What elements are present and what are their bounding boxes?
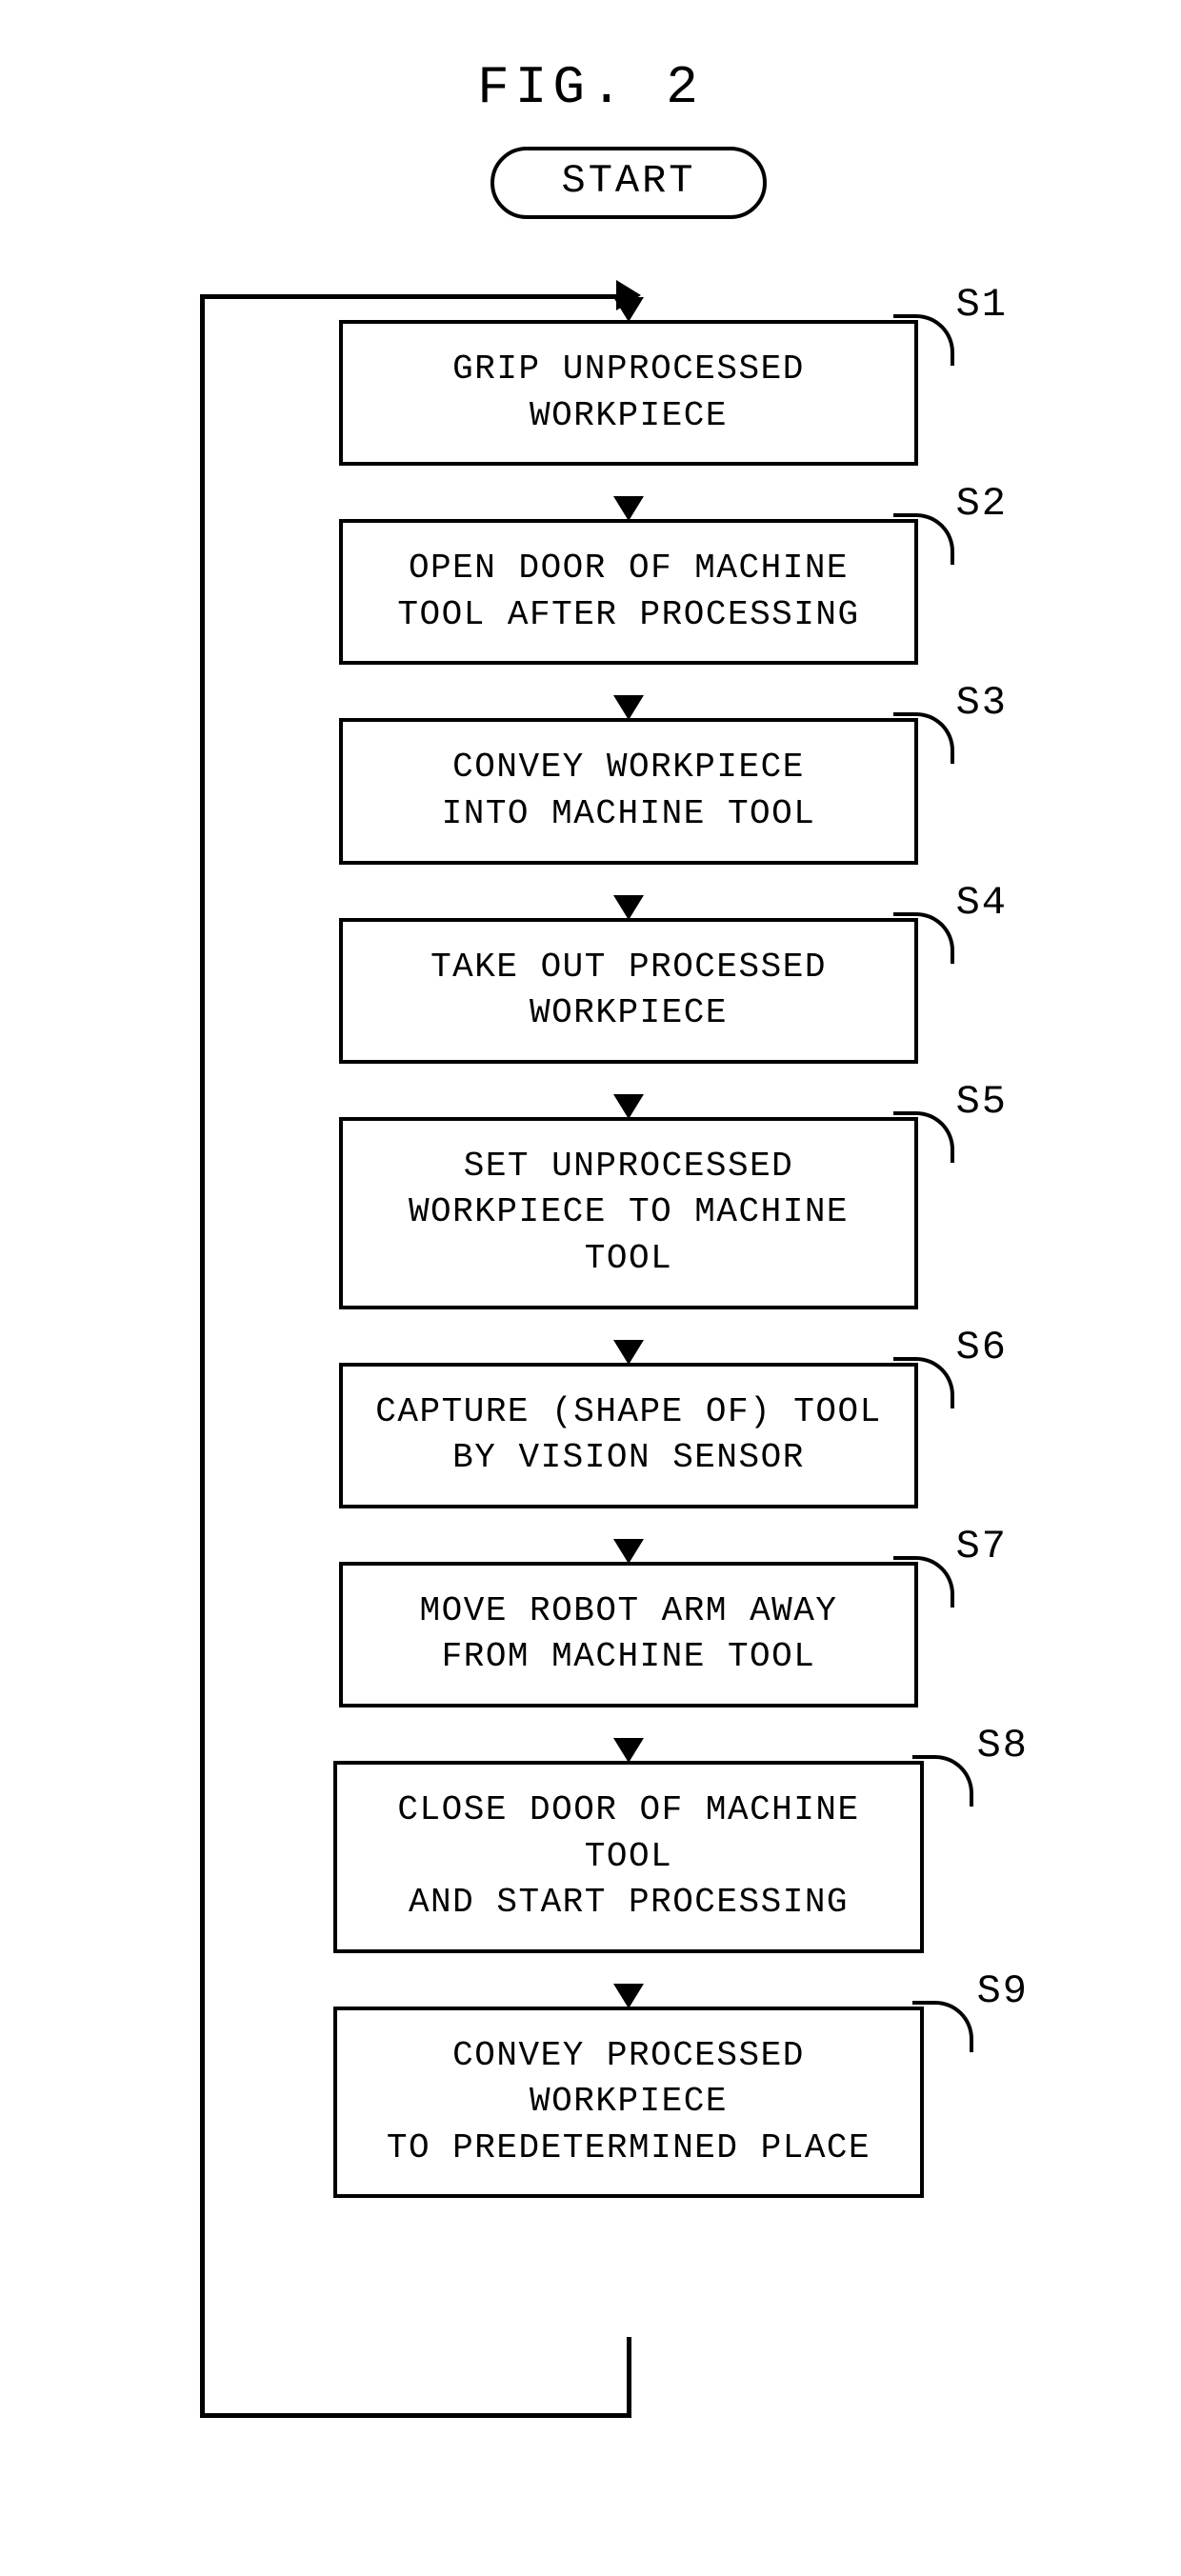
step-row-s3: CONVEY WORKPIECEINTO MACHINE TOOL S3 — [333, 718, 924, 864]
label-connector-icon — [893, 314, 954, 366]
step-row-s9: CONVEY PROCESSED WORKPIECETO PREDETERMIN… — [333, 2007, 924, 2199]
label-connector-icon — [912, 1755, 973, 1807]
step-label-s9: S9 — [977, 1968, 1029, 2014]
step-row-s8: CLOSE DOOR OF MACHINE TOOLAND START PROC… — [333, 1761, 924, 1953]
label-connector-icon — [893, 712, 954, 764]
step-label-s3: S3 — [956, 680, 1008, 726]
label-connector-icon — [893, 1111, 954, 1163]
flow-column: START GRIP UNPROCESSED WORKPIECE S1 OPEN… — [333, 147, 924, 2198]
step-label-s4: S4 — [956, 880, 1008, 926]
step-row-s4: TAKE OUT PROCESSEDWORKPIECE S4 — [333, 918, 924, 1064]
label-connector-icon — [912, 2001, 973, 2052]
step-label-s7: S7 — [956, 1524, 1008, 1569]
step-box-s2: OPEN DOOR OF MACHINETOOL AFTER PROCESSIN… — [339, 519, 918, 665]
step-label-s2: S2 — [956, 481, 1008, 527]
step-box-s1: GRIP UNPROCESSED WORKPIECE — [339, 320, 918, 466]
label-connector-icon — [893, 513, 954, 565]
step-box-s8: CLOSE DOOR OF MACHINE TOOLAND START PROC… — [333, 1761, 924, 1953]
step-row-s5: SET UNPROCESSEDWORKPIECE TO MACHINE TOOL… — [333, 1117, 924, 1309]
step-label-s5: S5 — [956, 1079, 1008, 1125]
step-row-s7: MOVE ROBOT ARM AWAYFROM MACHINE TOOL S7 — [333, 1562, 924, 1707]
step-label-s8: S8 — [977, 1723, 1029, 1768]
step-box-s9: CONVEY PROCESSED WORKPIECETO PREDETERMIN… — [333, 2007, 924, 2199]
step-box-s5: SET UNPROCESSEDWORKPIECE TO MACHINE TOOL — [339, 1117, 918, 1309]
label-connector-icon — [893, 912, 954, 964]
step-label-s6: S6 — [956, 1325, 1008, 1370]
label-connector-icon — [893, 1357, 954, 1408]
label-connector-icon — [893, 1556, 954, 1608]
step-row-s1: GRIP UNPROCESSED WORKPIECE S1 — [333, 320, 924, 466]
step-box-s4: TAKE OUT PROCESSEDWORKPIECE — [339, 918, 918, 1064]
figure-title: FIG. 2 — [477, 57, 704, 118]
figure-page: FIG. 2 START GRIP UNPROCESSED WORKPIECE … — [0, 0, 1181, 2274]
flowchart: START GRIP UNPROCESSED WORKPIECE S1 OPEN… — [114, 147, 1067, 2198]
step-box-s6: CAPTURE (SHAPE OF) TOOLBY VISION SENSOR — [339, 1363, 918, 1508]
step-row-s6: CAPTURE (SHAPE OF) TOOLBY VISION SENSOR … — [333, 1363, 924, 1508]
step-box-s7: MOVE ROBOT ARM AWAYFROM MACHINE TOOL — [339, 1562, 918, 1707]
step-row-s2: OPEN DOOR OF MACHINETOOL AFTER PROCESSIN… — [333, 519, 924, 665]
step-box-s3: CONVEY WORKPIECEINTO MACHINE TOOL — [339, 718, 918, 864]
step-label-s1: S1 — [956, 282, 1008, 328]
start-terminator: START — [490, 147, 766, 219]
